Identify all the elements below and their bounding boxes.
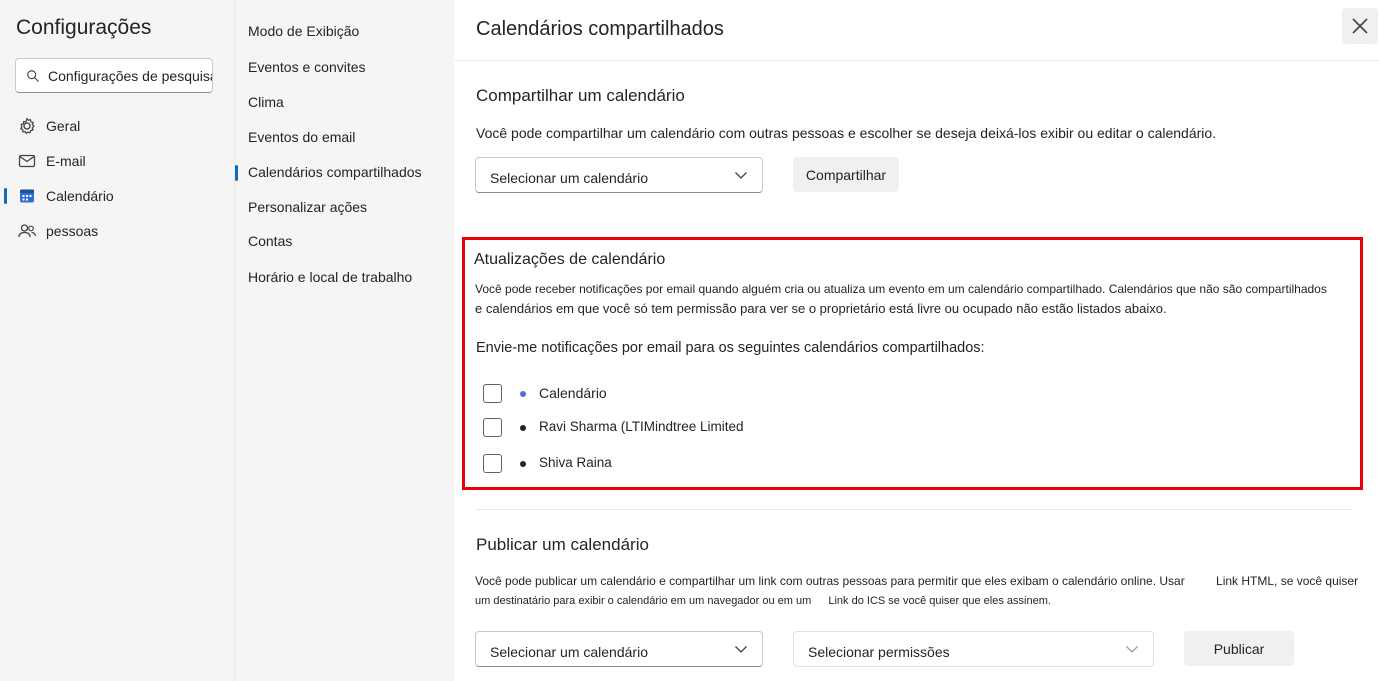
publish-description-line1: Você pode publicar um calendário e compa… (475, 571, 1358, 591)
submenu-item-view[interactable]: Modo de Exibição (235, 16, 454, 46)
publish-calendar-select-value: Selecionar um calendário (490, 644, 648, 660)
nav-item-mail[interactable]: E-mail (0, 144, 234, 178)
share-calendar-select[interactable]: Selecionar um calendário (475, 157, 763, 193)
publish-description-text: um destinatário para exibir o calendário… (475, 595, 812, 607)
chevron-down-icon (1126, 646, 1138, 653)
gear-icon (17, 116, 37, 136)
section-divider (476, 509, 1352, 510)
publish-calendar-select[interactable]: Selecionar um calendário (475, 631, 763, 667)
selected-indicator (235, 165, 238, 181)
people-icon (17, 221, 37, 241)
nav-item-label: Calendário (46, 188, 114, 204)
settings-content-pane: Calendários compartilhados Compartilhar … (454, 0, 1379, 681)
calendar-updates-description-line1: Você pode receber notificações por email… (475, 282, 1327, 296)
calendar-name: Calendário (539, 385, 607, 401)
settings-search-input[interactable] (48, 59, 212, 92)
settings-nav-pane: Configurações Geral E-mail Calendário pe… (0, 0, 234, 681)
nav-item-people[interactable]: pessoas (0, 214, 234, 248)
submenu-item-label: Contas (248, 233, 293, 249)
publish-permissions-select-value: Selecionar permissões (808, 644, 950, 660)
share-calendar-select-value: Selecionar um calendário (490, 170, 648, 186)
calendar-checkbox[interactable] (483, 384, 502, 403)
calendar-name: Ravi Sharma (LTIMindtree Limited (539, 419, 744, 434)
submenu-item-label: Modo de Exibição (248, 23, 360, 39)
calendar-updates-highlight-box (462, 237, 1363, 490)
chevron-down-icon (735, 172, 747, 179)
calendar-updates-prompt: Envie-me notificações por email para os … (476, 340, 985, 356)
settings-search-box[interactable] (15, 58, 213, 93)
nav-item-calendar[interactable]: Calendário (0, 179, 234, 213)
calendar-settings-submenu: Modo de Exibição Eventos e convites Clim… (234, 0, 454, 681)
html-link[interactable]: Link HTML, se você quiser (1216, 574, 1358, 588)
nav-item-label: E-mail (46, 153, 86, 169)
submenu-item-weather[interactable]: Clima (235, 87, 454, 117)
share-button[interactable]: Compartilhar (793, 157, 899, 192)
submenu-item-label: Eventos do email (248, 129, 356, 145)
page-title: Calendários compartilhados (476, 18, 724, 40)
selected-indicator (4, 188, 7, 204)
header-divider (454, 60, 1379, 61)
submenu-item-label: Calendários compartilhados (248, 164, 422, 180)
submenu-item-work-hours-location[interactable]: Horário e local de trabalho (235, 262, 454, 292)
publish-button[interactable]: Publicar (1184, 631, 1294, 666)
publish-calendar-heading: Publicar um calendário (476, 535, 649, 554)
nav-item-label: Geral (46, 118, 81, 134)
share-calendar-description: Você pode compartilhar um calendário com… (476, 125, 1217, 141)
close-button[interactable] (1342, 8, 1378, 44)
submenu-item-label: Eventos e convites (248, 59, 366, 75)
share-calendar-heading: Compartilhar um calendário (476, 86, 685, 105)
calendar-color-dot (520, 425, 526, 431)
calendar-checkbox[interactable] (483, 418, 502, 437)
nav-item-general[interactable]: Geral (0, 109, 234, 143)
submenu-item-accounts[interactable]: Contas (235, 226, 454, 256)
calendar-checkbox[interactable] (483, 454, 502, 473)
submenu-item-customize-actions[interactable]: Personalizar ações (235, 192, 454, 222)
calendar-icon (17, 186, 37, 206)
publish-description-text: Você pode publicar um calendário e compa… (475, 574, 1185, 588)
publish-permissions-select[interactable]: Selecionar permissões (793, 631, 1154, 667)
calendar-color-dot (520, 461, 526, 467)
submenu-item-label: Clima (248, 94, 284, 110)
submenu-item-events-invitations[interactable]: Eventos e convites (235, 52, 454, 82)
nav-item-label: pessoas (46, 223, 99, 239)
submenu-item-shared-calendars[interactable]: Calendários compartilhados (235, 157, 454, 187)
mail-icon (17, 151, 37, 171)
submenu-item-events-from-email[interactable]: Eventos do email (235, 122, 454, 152)
ics-link[interactable]: Link do ICS se você quiser que eles assi… (828, 595, 1051, 607)
search-icon (27, 70, 39, 82)
chevron-down-icon (735, 646, 747, 653)
calendar-color-dot (520, 391, 526, 397)
close-icon (1352, 18, 1368, 34)
calendar-updates-description-line2: e calendários em que você só tem permiss… (475, 301, 1167, 316)
submenu-item-label: Horário e local de trabalho (248, 269, 413, 285)
settings-title: Configurações (16, 16, 152, 39)
publish-description-line2: um destinatário para exibir o calendário… (475, 591, 1051, 611)
submenu-item-label: Personalizar ações (248, 199, 368, 215)
calendar-name: Shiva Raina (539, 455, 612, 470)
calendar-updates-heading: Atualizações de calendário (474, 251, 666, 268)
